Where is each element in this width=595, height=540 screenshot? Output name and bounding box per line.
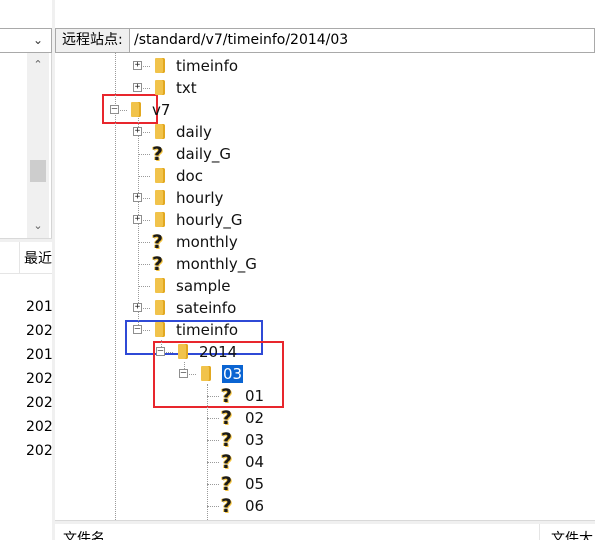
tree-node-label[interactable]: 06 — [245, 497, 264, 515]
collapse-icon[interactable]: – — [179, 369, 188, 378]
tree-node-label[interactable]: daily — [176, 123, 212, 141]
remote-list-header: 文件名 文件大 — [55, 524, 595, 540]
expand-icon[interactable]: + — [133, 215, 142, 224]
tree-connector — [207, 462, 219, 463]
scrollbar-thumb[interactable] — [30, 160, 46, 182]
local-list-item[interactable]: 201 — [26, 299, 53, 315]
remote-site-label: 远程站点: — [55, 28, 130, 53]
tree-node-label[interactable]: timeinfo — [176, 321, 238, 339]
tree-node-label[interactable]: daily_G — [176, 145, 231, 163]
collapse-icon[interactable]: – — [110, 105, 119, 114]
tree-connector — [207, 506, 219, 507]
local-file-list[interactable]: 最近 201 202 201 202 202 202 202 — [0, 242, 53, 540]
tree-node-label[interactable]: doc — [176, 167, 203, 185]
column-divider[interactable] — [19, 242, 20, 274]
folder-icon — [155, 278, 165, 293]
tree-node-label[interactable]: sample — [176, 277, 231, 295]
tree-node-label[interactable]: hourly_G — [176, 211, 243, 229]
unknown-status-icon: ? — [221, 451, 233, 473]
tree-node-label[interactable]: 03 — [245, 431, 264, 449]
folder-icon — [155, 190, 165, 205]
local-list-header: 最近 — [0, 242, 52, 274]
local-list-item[interactable]: 202 — [26, 443, 53, 459]
scroll-up-icon[interactable]: ⌃ — [32, 59, 44, 71]
tree-node-label[interactable]: 01 — [245, 387, 264, 405]
unknown-status-icon: ? — [221, 385, 233, 407]
column-header-filesize[interactable]: 文件大 — [551, 528, 593, 540]
tree-node-label[interactable]: 03 — [222, 365, 244, 383]
column-header-modified[interactable]: 最近 — [24, 248, 52, 268]
tree-connector — [138, 286, 150, 287]
tree-node-label[interactable]: monthly — [176, 233, 238, 251]
local-list-item[interactable]: 202 — [26, 395, 53, 411]
collapse-icon[interactable]: – — [133, 325, 142, 334]
folder-icon — [155, 124, 165, 139]
folder-icon — [155, 80, 165, 95]
remote-directory-tree[interactable]: + timeinfo + txt – v7 + daily? daily_Gdoc + hourly… — [55, 53, 595, 520]
unknown-status-icon: ? — [221, 407, 233, 429]
unknown-status-icon: ? — [221, 495, 233, 517]
tree-connector — [138, 154, 150, 155]
unknown-status-icon: ? — [152, 253, 164, 275]
tree-node-label[interactable]: hourly — [176, 189, 223, 207]
tree-guide-line — [207, 384, 208, 520]
local-list-item[interactable]: 202 — [26, 419, 53, 435]
folder-icon — [131, 102, 141, 117]
local-tree-scrollbar[interactable]: ⌃ ⌄ — [27, 53, 49, 238]
tree-connector — [207, 440, 219, 441]
column-divider[interactable] — [539, 524, 540, 540]
local-pane: ⌄ ⌃ ⌄ 最近 201 202 201 202 202 202 202 — [0, 0, 53, 540]
local-path-combobox[interactable]: ⌄ — [0, 28, 52, 53]
expand-icon[interactable]: + — [133, 83, 142, 92]
local-list-item[interactable]: 201 — [26, 347, 53, 363]
local-tree[interactable]: ⌃ ⌄ — [0, 53, 52, 238]
expand-icon[interactable]: + — [133, 303, 142, 312]
folder-icon — [155, 58, 165, 73]
tree-guide-line — [115, 53, 116, 520]
tree-connector — [207, 418, 219, 419]
folder-icon — [178, 344, 188, 359]
folder-icon — [155, 212, 165, 227]
expand-icon[interactable]: + — [133, 61, 142, 70]
collapse-icon[interactable]: – — [156, 347, 165, 356]
tree-node-label[interactable]: 02 — [245, 409, 264, 427]
tree-node-label[interactable]: 2014 — [199, 343, 237, 361]
tree-node-label[interactable]: v7 — [152, 101, 170, 119]
tree-connector — [138, 264, 150, 265]
tree-connector — [138, 242, 150, 243]
column-header-filename[interactable]: 文件名 — [63, 528, 105, 540]
folder-icon — [201, 366, 211, 381]
remote-site-bar: 远程站点: /standard/v7/timeinfo/2014/03 — [55, 28, 595, 53]
remote-path-input[interactable]: /standard/v7/timeinfo/2014/03 — [130, 28, 595, 53]
unknown-status-icon: ? — [152, 143, 164, 165]
unknown-status-icon: ? — [221, 429, 233, 451]
folder-icon — [155, 300, 165, 315]
expand-icon[interactable]: + — [133, 127, 142, 136]
tree-node-label[interactable]: timeinfo — [176, 57, 238, 75]
tree-node-label[interactable]: txt — [176, 79, 197, 97]
tree-connector — [207, 484, 219, 485]
chevron-down-icon[interactable]: ⌄ — [33, 34, 45, 46]
unknown-status-icon: ? — [221, 473, 233, 495]
folder-icon — [155, 322, 165, 337]
local-list-item[interactable]: 202 — [26, 371, 53, 387]
tree-node-label[interactable]: 04 — [245, 453, 264, 471]
folder-icon — [155, 168, 165, 183]
tree-node-label[interactable]: monthly_G — [176, 255, 257, 273]
tree-connector — [207, 396, 219, 397]
tree-connector — [138, 176, 150, 177]
unknown-status-icon: ? — [152, 231, 164, 253]
expand-icon[interactable]: + — [133, 193, 142, 202]
tree-node-label[interactable]: sateinfo — [176, 299, 236, 317]
scroll-down-icon[interactable]: ⌄ — [32, 220, 44, 232]
tree-node-label[interactable]: 05 — [245, 475, 264, 493]
local-list-item[interactable]: 202 — [26, 323, 53, 339]
